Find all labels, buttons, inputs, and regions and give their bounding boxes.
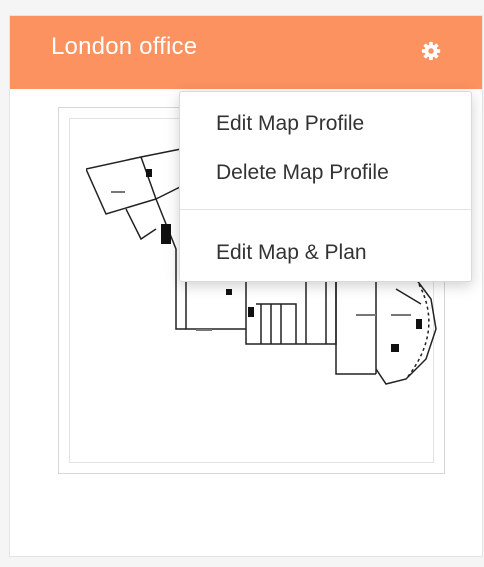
delete-map-profile-item[interactable]: Delete Map Profile	[180, 153, 471, 193]
edit-map-profile-item[interactable]: Edit Map Profile	[180, 104, 471, 144]
edit-map-and-plan-item[interactable]: Edit Map & Plan	[180, 233, 471, 273]
card-title: London office	[51, 33, 198, 60]
card-header: London office	[10, 16, 482, 89]
menu-divider	[180, 209, 471, 210]
settings-dropdown-menu: Edit Map Profile Delete Map Profile Edit…	[179, 91, 472, 282]
map-profile-card: London office Edit Map Profile Delete Ma…	[9, 15, 483, 557]
gear-icon[interactable]	[420, 40, 442, 62]
